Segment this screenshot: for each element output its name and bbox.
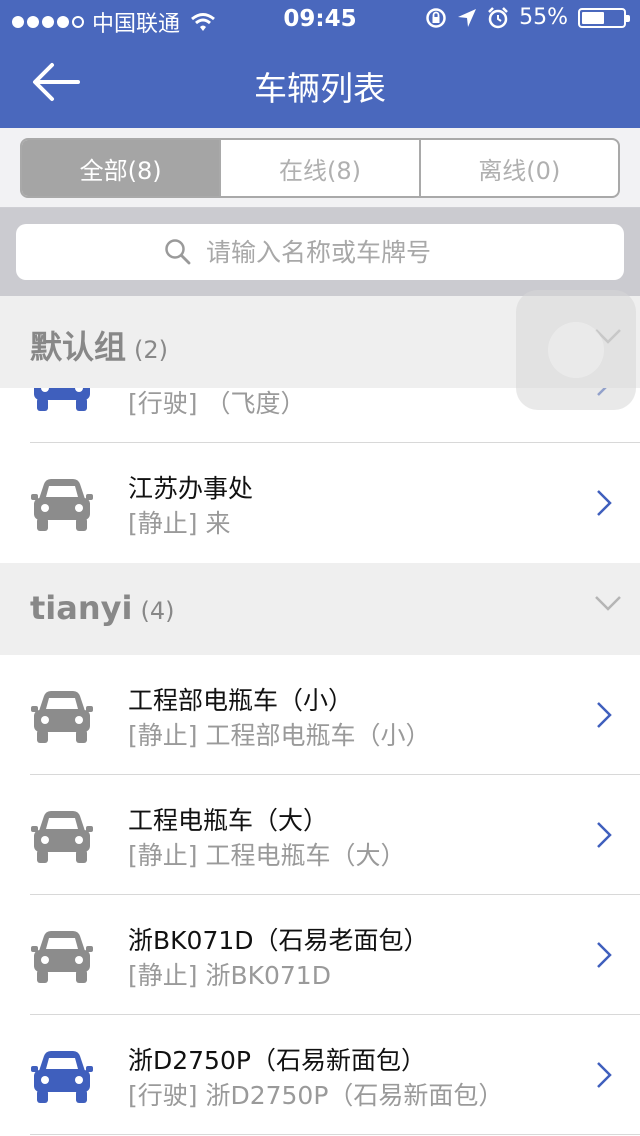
stopped-car-icon <box>31 691 93 743</box>
rotation-lock-icon <box>426 7 446 28</box>
app-header: 中国联通 09:45 55% 车辆列表 <box>0 0 640 128</box>
segment-all[interactable]: 全部(8) <box>22 140 220 196</box>
status-bar: 中国联通 09:45 55% <box>0 0 640 40</box>
vehicle-name: 浙BK071D（石易老面包） <box>128 926 429 955</box>
chevron-right-icon <box>597 942 612 968</box>
vehicle-name: 工程部电瓶车（小） <box>128 686 354 715</box>
alarm-icon <box>488 6 508 28</box>
vehicle-status-line: [静止] 工程部电瓶车（小） <box>128 721 431 750</box>
row-divider <box>30 1134 640 1135</box>
stopped-car-icon <box>31 931 93 983</box>
search-bar <box>0 208 640 296</box>
nav-bar: 车辆列表 <box>0 40 640 128</box>
battery-level <box>582 11 604 24</box>
assistive-touch-icon <box>548 322 604 378</box>
vehicle-name: 工程电瓶车（大） <box>128 806 329 835</box>
vehicle-status-line: [静止] 来 <box>128 509 231 538</box>
chevron-right-icon <box>597 490 612 516</box>
group-name: 默认组 <box>30 328 127 366</box>
segment-online[interactable]: 在线(8) <box>219 140 418 196</box>
vehicle-row[interactable]: 工程电瓶车（大） [静止] 工程电瓶车（大） <box>0 775 640 895</box>
vehicle-row[interactable]: 浙D2750P（石易新面包） [行驶] 浙D2750P（石易新面包） <box>0 1015 640 1135</box>
stopped-car-icon <box>31 479 93 531</box>
vehicle-name: 浙D2750P（石易新面包） <box>128 1046 426 1075</box>
vehicle-status-line: [行驶] （飞度） <box>128 389 306 418</box>
segment-offline[interactable]: 离线(0) <box>418 140 618 196</box>
battery-icon <box>578 7 630 28</box>
group-title: 默认组 (2) <box>30 322 168 368</box>
vehicle-list: [行驶] （飞度） 默认组 (2) 江苏办事处 [静止] 来 tianyi (4… <box>0 296 640 1136</box>
group-title: tianyi (4) <box>30 589 174 627</box>
vehicle-status-line: [静止] 浙BK071D <box>128 961 331 990</box>
battery-percent: 55% <box>519 5 568 30</box>
chevron-right-icon <box>597 822 612 848</box>
chevron-right-icon <box>597 1062 612 1088</box>
location-arrow-icon <box>458 8 477 27</box>
assistive-touch-button[interactable] <box>516 290 636 410</box>
status-bar-right: 55% <box>425 5 630 30</box>
filter-bar: 全部(8) 在线(8) 离线(0) <box>0 128 640 208</box>
vehicle-status-line: [静止] 工程电瓶车（大） <box>128 841 406 870</box>
group-count: (2) <box>134 336 169 364</box>
chevron-right-icon <box>597 702 612 728</box>
vehicle-row[interactable]: 工程部电瓶车（小） [静止] 工程部电瓶车（小） <box>0 655 640 775</box>
group-header-tianyi[interactable]: tianyi (4) <box>0 563 640 655</box>
search-icon <box>165 239 191 265</box>
chevron-down-icon <box>595 596 621 611</box>
moving-car-icon <box>31 1051 93 1103</box>
stopped-car-icon <box>31 811 93 863</box>
vehicle-row[interactable]: 浙BK071D（石易老面包） [静止] 浙BK071D <box>0 895 640 1015</box>
group-name: tianyi <box>30 589 133 627</box>
page-title: 车辆列表 <box>254 69 386 108</box>
search-box[interactable] <box>16 224 624 280</box>
group-count: (4) <box>140 597 175 625</box>
vehicle-name: 江苏办事处 <box>128 474 254 503</box>
search-input[interactable] <box>206 237 476 267</box>
vehicle-status-line: [行驶] 浙D2750P（石易新面包） <box>128 1081 504 1110</box>
vehicle-row[interactable]: 江苏办事处 [静止] 来 <box>0 443 640 563</box>
status-filter-segmented-control: 全部(8) 在线(8) 离线(0) <box>20 138 620 198</box>
